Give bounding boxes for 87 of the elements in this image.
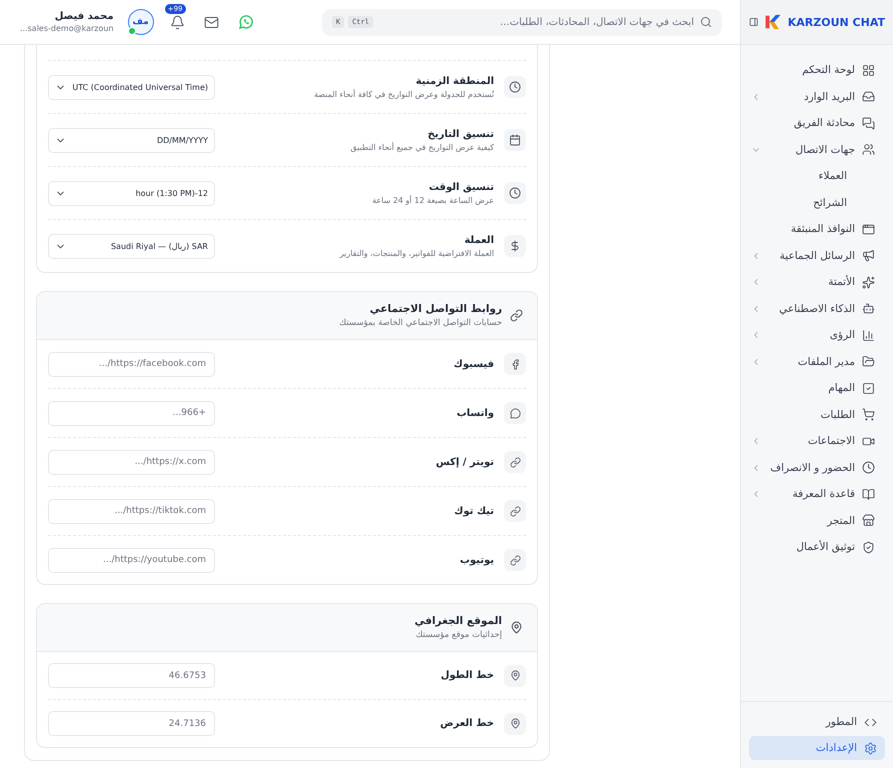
- nav-item[interactable]: الأتمتة: [751, 269, 883, 296]
- clock-icon: [504, 182, 526, 204]
- settings-icon: [864, 742, 877, 754]
- nav-icon: [862, 116, 875, 130]
- input-field[interactable]: https://facebook.com/...: [48, 352, 215, 376]
- nav-item[interactable]: توثيق الأعمال: [751, 534, 883, 560]
- brand-name: KARZOUN CHAT: [788, 16, 885, 28]
- setting-label: خط الطول: [440, 670, 494, 681]
- nav-item[interactable]: الإعدادات: [749, 736, 885, 760]
- dollar-icon: [504, 235, 526, 257]
- map-pin-icon: [510, 621, 523, 634]
- nav-item[interactable]: محادثة الفريق: [751, 110, 883, 136]
- setting-label: فيسبوك: [452, 358, 494, 370]
- setting-label: العملة: [463, 234, 494, 246]
- input-field[interactable]: 46.6753: [48, 663, 215, 688]
- nav-item[interactable]: الاجتماعات: [751, 428, 883, 454]
- facebook-icon: [504, 353, 526, 375]
- link-icon: [510, 309, 523, 322]
- nav-subitem[interactable]: العملاء: [751, 163, 883, 190]
- select-field[interactable]: DD/MM/YYYY: [48, 128, 215, 152]
- nav-item[interactable]: النوافذ المنبثقة: [751, 216, 883, 242]
- nav-item[interactable]: المتجر: [751, 508, 883, 534]
- nav-item[interactable]: الحضور و الانصراف: [751, 454, 883, 481]
- input-field[interactable]: https://x.com/...: [48, 450, 215, 474]
- link-icon: [504, 500, 526, 522]
- input-field[interactable]: https://youtube.com/...: [48, 548, 215, 572]
- nav-icon: [862, 514, 875, 528]
- setting-description: العملة الافتراضية للفواتير، والمنتجات، والتقارير: [338, 248, 494, 258]
- chat-bubble-icon: [504, 402, 526, 424]
- setting-label: المنطقة الزمنية: [414, 76, 494, 86]
- nav-subitem[interactable]: الشرائح: [751, 190, 883, 216]
- nav-icon: [862, 64, 875, 77]
- nav-icon: [862, 408, 875, 422]
- nav-item[interactable]: الطلبات: [751, 402, 883, 428]
- nav-item[interactable]: مدير الملفات: [751, 348, 883, 375]
- setting-label: خط العرض: [439, 718, 494, 729]
- nav-item[interactable]: الذكاء الاصطناعي: [751, 296, 883, 322]
- input-field[interactable]: https://tiktok.com/...: [48, 498, 215, 524]
- link-icon: [504, 549, 526, 571]
- nav-icon: [862, 249, 875, 262]
- nav-icon: [862, 355, 875, 368]
- nav-icon: [862, 461, 875, 474]
- setting-label: تيك توك: [453, 506, 494, 516]
- nav-icon: [862, 143, 875, 156]
- user-avatar[interactable]: مف: [128, 9, 154, 35]
- nav-item[interactable]: لوحة التحكم: [751, 57, 883, 84]
- input-field[interactable]: 24.7136: [48, 711, 215, 736]
- card-subtitle: حسابات التواصل الاجتماعي الخاصة بمؤسستك: [339, 318, 502, 328]
- select-field[interactable]: UTC (Coordinated Universal Time): [48, 74, 215, 100]
- select-field[interactable]: 12-hour (1:30 PM): [48, 180, 215, 206]
- nav-icon: [862, 540, 875, 554]
- nav-item[interactable]: جهات الاتصال: [751, 136, 883, 163]
- nav-item[interactable]: المهام: [751, 375, 883, 402]
- setting-description: تُستخدم للجدولة وعرض التواريخ في كافة أنحاء المنصة: [313, 90, 494, 98]
- setting-label: تويتر / إكس: [434, 456, 494, 468]
- user-name: محمد فيصل: [54, 11, 114, 22]
- setting-description: كيفية عرض التواريخ في جميع أنحاء التطبيق: [350, 142, 494, 152]
- setting-label: تنسيق التاريخ: [426, 128, 494, 140]
- input-field[interactable]: +966...: [48, 400, 215, 426]
- card-subtitle: إحداثيات موقع مؤسستك: [414, 630, 502, 640]
- nav-item[interactable]: البريد الوارد: [751, 84, 883, 110]
- calendar-icon: [504, 129, 526, 151]
- sidebar-toggle-icon[interactable]: [749, 16, 758, 28]
- card-title: الموقع الجغرافي: [414, 615, 502, 627]
- nav-icon: [862, 90, 875, 104]
- link-icon: [504, 451, 526, 473]
- nav-icon: [862, 302, 875, 316]
- nav-item[interactable]: الرسائل الجماعية: [751, 242, 883, 269]
- nav-icon: [862, 222, 875, 236]
- nav-item[interactable]: قاعدة المعرفة: [751, 481, 883, 508]
- nav-icon: [862, 382, 875, 395]
- select-field[interactable]: SAR (ريال) — Saudi Riyal: [48, 234, 215, 258]
- map-pin-icon: [504, 664, 526, 686]
- nav-icon: [862, 328, 875, 342]
- card-title: روابط التواصل الاجتماعي: [368, 303, 502, 315]
- setting-label: تنسيق الوقت: [428, 182, 494, 192]
- setting-description: عرض الساعة بصيغة 12 أو 24 ساعة: [371, 196, 494, 204]
- setting-label: واتساب: [456, 408, 494, 418]
- user-email: sales-demo@karzoun...: [20, 24, 114, 33]
- map-pin-icon: [504, 712, 526, 734]
- search-icon: [700, 16, 712, 28]
- setting-label: يوتيوب: [458, 554, 494, 566]
- nav-item[interactable]: الرؤى: [751, 322, 883, 348]
- nav-item[interactable]: المطور: [749, 710, 885, 734]
- nav-icon: [862, 488, 875, 501]
- clock-icon: [504, 76, 526, 98]
- nav-icon: [862, 276, 875, 289]
